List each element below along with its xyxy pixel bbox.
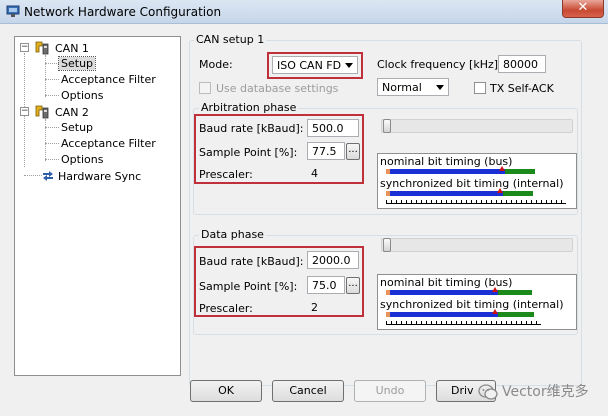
tx-self-ack-checkbox[interactable] [474, 82, 486, 94]
sync-sample-point-marker [497, 188, 503, 193]
arbitration-time-quanta-scale [386, 200, 566, 204]
nominal-sample-point-marker [492, 287, 498, 292]
operation-mode-dropdown[interactable]: Normal [377, 78, 449, 96]
window-title: Network Hardware Configuration [24, 5, 222, 19]
network-hardware-icon [6, 5, 20, 17]
data-timing-panel: nominal bit timing (bus) synchronized bi… [377, 274, 577, 330]
tree-connector-line [45, 119, 46, 161]
sync-phase2-segment [503, 191, 533, 196]
arbitration-highlight-box [194, 114, 364, 184]
data-phase-label: Data phase [199, 228, 266, 241]
tree-item-can2-setup[interactable]: Setup [61, 121, 93, 134]
tree-connector-line [45, 127, 59, 128]
undo-button[interactable]: Undo [354, 380, 426, 402]
tree-item-can2[interactable]: CAN 2 [55, 106, 89, 119]
arbitration-phase-label: Arbitration phase [199, 101, 299, 114]
collapse-can1-toggle[interactable]: − [20, 43, 29, 52]
operation-mode-value: Normal [382, 81, 422, 94]
tree-connector-line [45, 63, 59, 64]
data-time-quanta-scale [386, 321, 541, 325]
tree-item-hardware-sync[interactable]: Hardware Sync [58, 170, 141, 183]
mode-highlight-box [267, 52, 363, 79]
tree-connector-line [45, 143, 59, 144]
arbitration-slider-track[interactable] [381, 119, 573, 133]
use-database-settings-label: Use database settings [216, 82, 339, 95]
nominal-sample-point-marker [499, 166, 505, 171]
clock-frequency-label: Clock frequency [kHz]: [377, 58, 502, 71]
ok-button[interactable]: OK [190, 380, 262, 402]
close-button[interactable]: ✕ [562, 0, 604, 18]
hardware-sync-icon [43, 171, 53, 181]
arbitration-slider-thumb[interactable] [383, 119, 391, 133]
tx-self-ack-label: TX Self-ACK [490, 82, 554, 95]
nominal-phase2-segment [498, 290, 532, 295]
chevron-down-icon [436, 85, 444, 90]
use-database-settings-checkbox[interactable] [199, 82, 211, 94]
sync-sample-point-marker [492, 309, 498, 314]
clock-frequency-field[interactable]: 80000 [498, 55, 546, 73]
tree-connector-line [45, 159, 59, 160]
mode-label: Mode: [199, 58, 233, 71]
tree-connector-line [45, 55, 46, 97]
collapse-can2-toggle[interactable]: − [20, 107, 29, 116]
can-channel-icon [35, 105, 49, 119]
watermark-text: Vector维克多 [502, 384, 589, 400]
tree-item-can2-options[interactable]: Options [61, 153, 103, 166]
data-slider-thumb[interactable] [383, 238, 391, 252]
data-phase-highlight-box [194, 246, 364, 317]
tree-item-can1-setup[interactable]: Setup [57, 56, 97, 71]
sync-phase1-segment [390, 191, 503, 196]
close-icon: ✕ [577, 0, 589, 15]
configuration-tree[interactable]: − CAN 1 Setup Acceptance Filter Options … [14, 36, 181, 376]
arbitration-timing-panel: nominal bit timing (bus) synchronized bi… [377, 153, 577, 209]
sync-phase1-segment [390, 312, 498, 317]
nominal-phase1-segment [390, 169, 505, 174]
tree-connector-line [45, 95, 59, 96]
nominal-phase2-segment [505, 169, 535, 174]
data-sync-timing-label: synchronized bit timing (internal) [380, 298, 564, 311]
data-slider-track[interactable] [381, 238, 573, 252]
nominal-phase1-segment [390, 290, 498, 295]
tree-item-can2-acceptance-filter[interactable]: Acceptance Filter [61, 137, 156, 150]
cancel-button[interactable]: Cancel [272, 380, 344, 402]
can-setup-group-label: CAN setup 1 [194, 33, 267, 46]
tree-item-can1-options[interactable]: Options [61, 89, 103, 102]
wechat-logo-icon [478, 384, 498, 400]
tree-item-can1[interactable]: CAN 1 [55, 42, 89, 55]
sync-phase2-segment [498, 312, 534, 317]
tree-item-can1-acceptance-filter[interactable]: Acceptance Filter [61, 73, 156, 86]
can-channel-icon [35, 41, 49, 55]
arbitration-sync-timing-label: synchronized bit timing (internal) [380, 177, 564, 190]
tree-connector-line [45, 79, 59, 80]
tree-connector-line [24, 175, 42, 176]
arbitration-nominal-timing-label: nominal bit timing (bus) [380, 155, 513, 168]
